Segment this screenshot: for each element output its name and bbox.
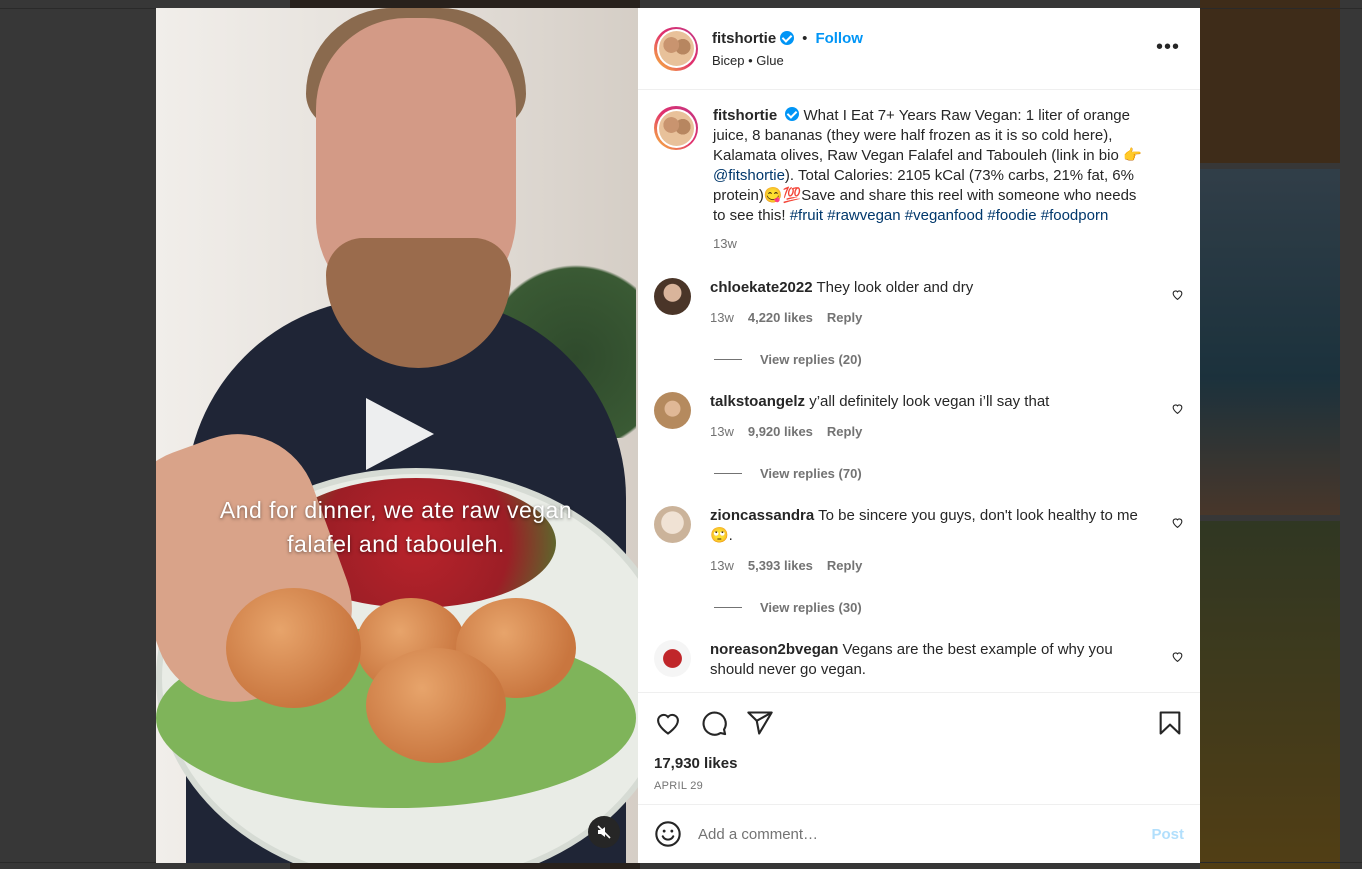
comment-username[interactable]: chloekate2022 (710, 279, 813, 296)
comment-icon[interactable] (700, 709, 728, 737)
separator: • (802, 29, 808, 47)
reply-button[interactable]: Reply (827, 556, 862, 576)
divider (714, 607, 742, 608)
avatar[interactable] (654, 106, 698, 150)
comment-username[interactable]: noreason2bvegan (710, 641, 838, 658)
verified-badge-icon (785, 107, 800, 121)
emoji-icon[interactable] (654, 820, 682, 848)
comment-username[interactable]: zioncassandra (710, 507, 814, 524)
verified-badge-icon (780, 31, 795, 45)
action-bar: 17,930 likes APRIL 29 (638, 692, 1200, 804)
post-header: fitshortie • Follow Bicep • Glue ••• (638, 8, 1200, 90)
heart-icon[interactable] (1171, 650, 1184, 663)
caption-username[interactable]: fitshortie (713, 107, 777, 124)
view-replies-button[interactable]: View replies (30) (714, 600, 1184, 615)
heart-icon[interactable] (1171, 402, 1184, 415)
comment-username[interactable]: talkstoangelz (710, 393, 805, 410)
heart-icon[interactable] (1171, 288, 1184, 301)
muted-speaker-icon[interactable] (588, 816, 620, 848)
comment-item: zioncassandra To be sincere you guys, do… (654, 506, 1184, 576)
avatar[interactable] (654, 392, 691, 429)
add-comment-bar: Add a comment… Post (638, 804, 1200, 863)
hashtag-links[interactable]: #fruit #rawvegan #veganfood #foodie #foo… (790, 207, 1109, 224)
comment-item: talkstoangelz y’all definitely look vega… (654, 392, 1184, 442)
play-icon[interactable] (366, 398, 434, 470)
comment-likes[interactable]: 9,920 likes (748, 422, 813, 442)
reply-button[interactable]: Reply (827, 308, 862, 328)
likes-count[interactable]: 17,930 likes (654, 755, 1184, 772)
video-frame (226, 588, 361, 708)
comment-likes[interactable]: 4,220 likes (748, 308, 813, 328)
avatar[interactable] (654, 26, 698, 71)
heart-icon[interactable] (1171, 516, 1184, 529)
comment-likes[interactable]: 5,393 likes (748, 556, 813, 576)
bookmark-icon[interactable] (1156, 709, 1184, 737)
mention-link[interactable]: @fitshortie (713, 167, 785, 184)
video-caption: And for dinner, we ate raw vegan falafel… (219, 497, 573, 557)
avatar[interactable] (654, 506, 691, 543)
comment-item: chloekate2022 They look older and dry 13… (654, 278, 1184, 328)
audio-info[interactable]: Bicep • Glue (712, 53, 863, 68)
comment-timestamp[interactable]: 13w (710, 308, 734, 328)
comment-timestamp[interactable]: 13w (710, 422, 734, 442)
caption-text: What I Eat 7+ Years Raw Vegan: 1 liter o… (713, 107, 1142, 164)
post-modal: And for dinner, we ate raw vegan falafel… (156, 8, 1200, 863)
comment-timestamp[interactable]: 13w (710, 556, 734, 576)
post-date[interactable]: APRIL 29 (654, 780, 1184, 792)
post-details-panel: fitshortie • Follow Bicep • Glue ••• fit… (638, 8, 1200, 863)
author-username[interactable]: fitshortie (712, 30, 776, 47)
view-replies-label: View replies (30) (760, 600, 862, 615)
view-replies-label: View replies (70) (760, 466, 862, 481)
post-button[interactable]: Post (1151, 826, 1184, 843)
view-replies-button[interactable]: View replies (70) (714, 466, 1184, 481)
divider (714, 359, 742, 360)
post-caption: fitshortie What I Eat 7+ Years Raw Vegan… (654, 106, 1184, 254)
comment-input[interactable]: Add a comment… (698, 826, 1151, 843)
more-options-icon[interactable]: ••• (1156, 37, 1180, 57)
follow-button[interactable]: Follow (815, 30, 863, 47)
reel-video[interactable]: And for dinner, we ate raw vegan falafel… (156, 8, 638, 863)
comment-text: They look older and dry (816, 279, 974, 296)
view-replies-button[interactable]: View replies (20) (714, 352, 1184, 367)
video-frame (366, 648, 506, 763)
share-icon[interactable] (746, 709, 774, 737)
heart-icon[interactable] (654, 709, 682, 737)
avatar[interactable] (654, 278, 691, 315)
caption-timestamp[interactable]: 13w (713, 234, 737, 254)
comment-item: noreason2bvegan Vegans are the best exam… (654, 640, 1184, 680)
divider (714, 473, 742, 474)
comments-section[interactable]: fitshortie What I Eat 7+ Years Raw Vegan… (638, 90, 1200, 692)
view-replies-label: View replies (20) (760, 352, 862, 367)
avatar[interactable] (654, 640, 691, 677)
reply-button[interactable]: Reply (827, 422, 862, 442)
comment-text: y’all definitely look vegan i’ll say tha… (809, 393, 1050, 410)
